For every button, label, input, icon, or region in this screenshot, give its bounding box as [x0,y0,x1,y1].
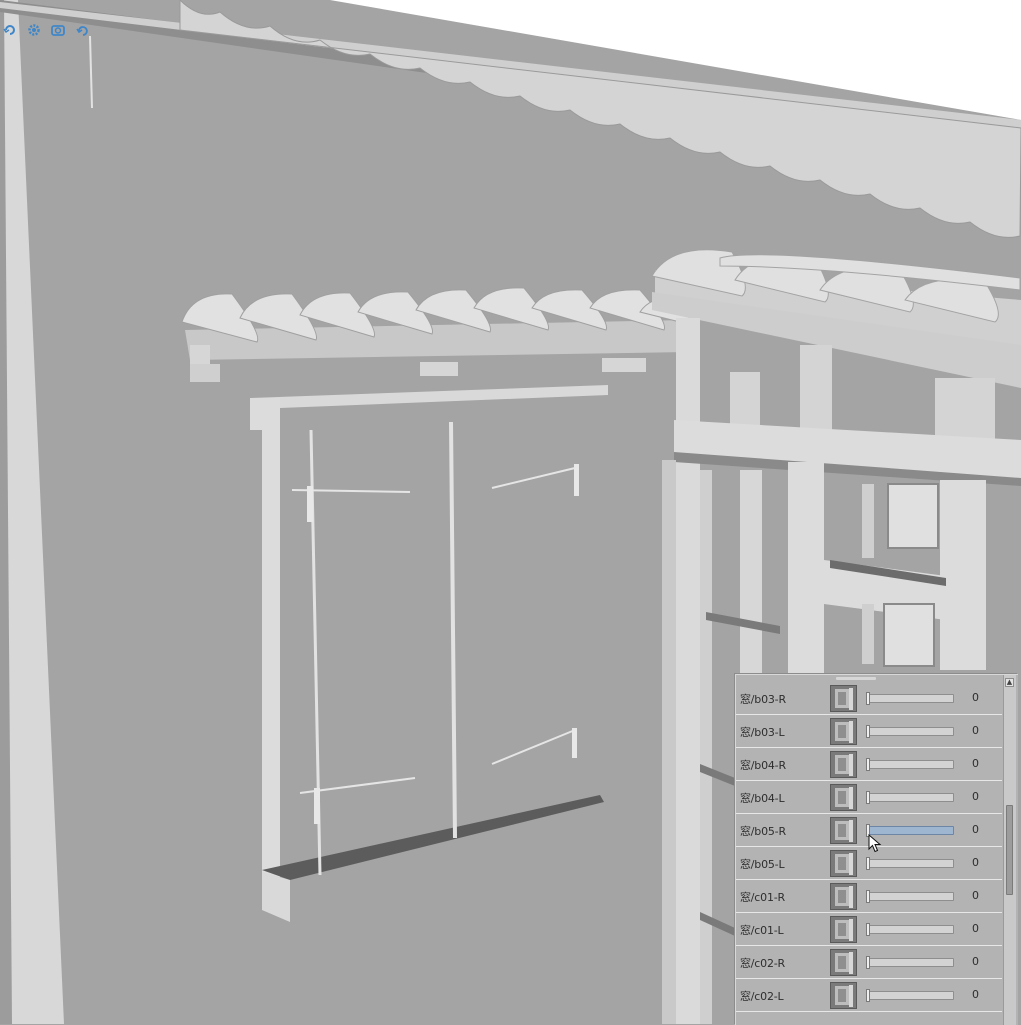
morph-thumbnail [830,784,857,811]
camera-icon[interactable] [48,20,68,40]
morph-thumbnail [830,817,857,844]
morph-label: 窓/b05-L [740,858,785,871]
morph-thumbnail [830,751,857,778]
morph-row: 窓/c01-R 0 [736,880,1002,913]
morph-label: 窓/c02-R [740,957,785,970]
morph-label: 窓/b04-R [740,759,786,772]
scroll-thumb[interactable] [1006,805,1013,895]
morph-thumbnail [830,718,857,745]
undo-icon[interactable] [72,20,92,40]
slider-thumb[interactable] [866,890,870,903]
mouse-cursor-icon [868,834,882,853]
slider-thumb[interactable] [866,956,870,969]
morph-value: 0 [972,988,979,1001]
morph-value: 0 [972,790,979,803]
slider-thumb[interactable] [866,791,870,804]
morph-label: 窓/b04-L [740,792,785,805]
morph-slider[interactable] [866,725,954,738]
morph-slider[interactable] [866,791,954,804]
morph-row: 窓/b03-L 0 [736,715,1002,748]
morph-slider[interactable] [866,923,954,936]
gear-icon[interactable] [24,20,44,40]
morph-label: 窓/c02-L [740,990,784,1003]
slider-thumb[interactable] [866,989,870,1002]
morph-slider[interactable] [866,857,954,870]
morph-row: 窓/c02-R 0 [736,946,1002,979]
morph-label: 窓/b03-R [740,693,786,706]
morph-slider[interactable] [866,758,954,771]
morph-row: 窓/c01-L 0 [736,913,1002,946]
slider-thumb[interactable] [866,923,870,936]
morph-value: 0 [972,691,979,704]
slider-thumb[interactable] [866,725,870,738]
viewport-toolbar [0,16,92,44]
morph-thumbnail [830,850,857,877]
rotate-icon[interactable] [0,20,20,40]
slider-thumb[interactable] [866,857,870,870]
morph-value: 0 [972,757,979,770]
morph-row: 窓/c02-L 0 [736,979,1002,1012]
morph-thumbnail [830,982,857,1009]
morph-thumbnail [830,883,857,910]
morph-label: 窓/b03-L [740,726,785,739]
morph-value: 0 [972,724,979,737]
morph-value: 0 [972,823,979,836]
morph-label: 窓/b05-R [740,825,786,838]
morph-scrollbar[interactable]: ▲ [1003,675,1016,1025]
morph-thumbnail [830,949,857,976]
morph-label: 窓/c01-R [740,891,785,904]
morph-value: 0 [972,955,979,968]
morph-row: 窓/b04-R 0 [736,748,1002,781]
morph-slider[interactable] [866,890,954,903]
morph-slider[interactable] [866,989,954,1002]
slider-thumb[interactable] [866,758,870,771]
morph-thumbnail [830,916,857,943]
morph-row: 窓/b04-L 0 [736,781,1002,814]
morph-label: 窓/c01-L [740,924,784,937]
slider-thumb[interactable] [866,692,870,705]
morph-row: 窓/b03-R 0 [736,682,1002,715]
morph-value: 0 [972,889,979,902]
morph-slider[interactable] [866,956,954,969]
morph-value: 0 [972,856,979,869]
scroll-up-arrow-icon[interactable]: ▲ [1005,678,1014,687]
morph-slider[interactable] [866,692,954,705]
panel-grip[interactable] [836,677,876,680]
morph-value: 0 [972,922,979,935]
morph-thumbnail [830,685,857,712]
